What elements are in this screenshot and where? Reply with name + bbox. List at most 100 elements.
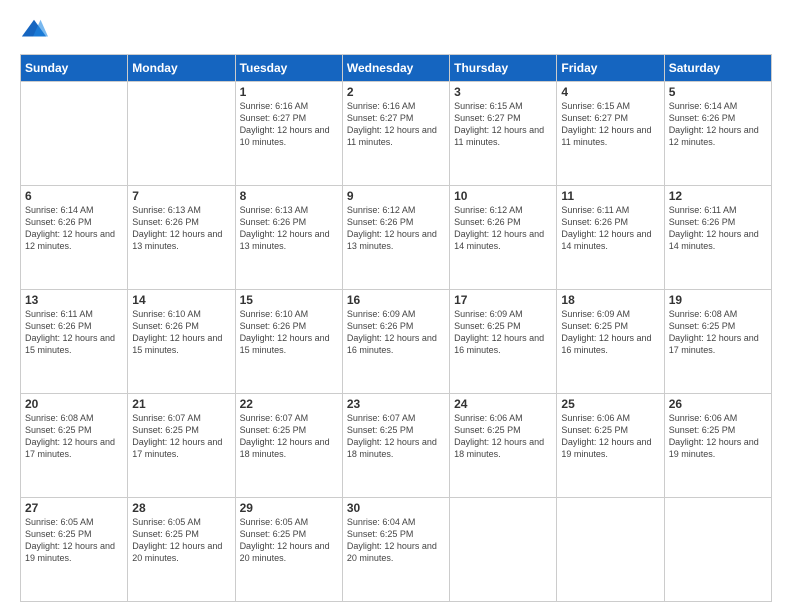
calendar-cell: 13Sunrise: 6:11 AM Sunset: 6:26 PM Dayli… [21, 290, 128, 394]
day-detail: Sunrise: 6:13 AM Sunset: 6:26 PM Dayligh… [240, 204, 338, 253]
logo-icon [20, 16, 48, 44]
calendar-week-row: 1 Sunrise: 6:16 AM Sunset: 6:27 PM Daylig… [21, 82, 772, 186]
day-number: 10 [454, 189, 552, 203]
day-detail: Sunrise: 6:11 AM Sunset: 6:26 PM Dayligh… [561, 204, 659, 253]
calendar-cell [450, 498, 557, 602]
day-number: 16 [347, 293, 445, 307]
day-number: 21 [132, 397, 230, 411]
day-detail: Sunrise: 6:05 AM Sunset: 6:25 PM Dayligh… [25, 516, 123, 565]
calendar-cell: 6Sunrise: 6:14 AM Sunset: 6:26 PM Daylig… [21, 186, 128, 290]
day-detail: Sunrise: 6:12 AM Sunset: 6:26 PM Dayligh… [347, 204, 445, 253]
weekday-header: Friday [557, 55, 664, 82]
day-number: 20 [25, 397, 123, 411]
calendar-cell [21, 82, 128, 186]
weekday-row: SundayMondayTuesdayWednesdayThursdayFrid… [21, 55, 772, 82]
calendar-week-row: 13Sunrise: 6:11 AM Sunset: 6:26 PM Dayli… [21, 290, 772, 394]
day-detail: Sunrise: 6:08 AM Sunset: 6:25 PM Dayligh… [669, 308, 767, 357]
calendar-cell: 18Sunrise: 6:09 AM Sunset: 6:25 PM Dayli… [557, 290, 664, 394]
day-number: 15 [240, 293, 338, 307]
day-detail: Sunrise: 6:06 AM Sunset: 6:25 PM Dayligh… [454, 412, 552, 461]
day-number: 14 [132, 293, 230, 307]
day-detail: Sunrise: 6:13 AM Sunset: 6:26 PM Dayligh… [132, 204, 230, 253]
calendar-table: SundayMondayTuesdayWednesdayThursdayFrid… [20, 54, 772, 602]
day-detail: Sunrise: 6:11 AM Sunset: 6:26 PM Dayligh… [669, 204, 767, 253]
calendar-cell: 28Sunrise: 6:05 AM Sunset: 6:25 PM Dayli… [128, 498, 235, 602]
day-number: 27 [25, 501, 123, 515]
calendar-cell: 14Sunrise: 6:10 AM Sunset: 6:26 PM Dayli… [128, 290, 235, 394]
calendar-cell: 8Sunrise: 6:13 AM Sunset: 6:26 PM Daylig… [235, 186, 342, 290]
day-detail: Sunrise: 6:06 AM Sunset: 6:25 PM Dayligh… [669, 412, 767, 461]
calendar-week-row: 20Sunrise: 6:08 AM Sunset: 6:25 PM Dayli… [21, 394, 772, 498]
calendar-cell: 25Sunrise: 6:06 AM Sunset: 6:25 PM Dayli… [557, 394, 664, 498]
weekday-header: Saturday [664, 55, 771, 82]
calendar-cell: 20Sunrise: 6:08 AM Sunset: 6:25 PM Dayli… [21, 394, 128, 498]
calendar-cell [128, 82, 235, 186]
day-number: 3 [454, 85, 552, 99]
day-detail: Sunrise: 6:06 AM Sunset: 6:25 PM Dayligh… [561, 412, 659, 461]
calendar-cell [664, 498, 771, 602]
day-number: 6 [25, 189, 123, 203]
day-number: 9 [347, 189, 445, 203]
day-detail: Sunrise: 6:11 AM Sunset: 6:26 PM Dayligh… [25, 308, 123, 357]
weekday-header: Sunday [21, 55, 128, 82]
calendar-cell: 3Sunrise: 6:15 AM Sunset: 6:27 PM Daylig… [450, 82, 557, 186]
day-number: 17 [454, 293, 552, 307]
day-number: 5 [669, 85, 767, 99]
day-number: 24 [454, 397, 552, 411]
weekday-header: Monday [128, 55, 235, 82]
day-detail: Sunrise: 6:04 AM Sunset: 6:25 PM Dayligh… [347, 516, 445, 565]
day-detail: Sunrise: 6:16 AM Sunset: 6:27 PM Dayligh… [347, 100, 445, 149]
header [20, 16, 772, 44]
day-detail: Sunrise: 6:07 AM Sunset: 6:25 PM Dayligh… [240, 412, 338, 461]
day-detail: Sunrise: 6:15 AM Sunset: 6:27 PM Dayligh… [561, 100, 659, 149]
calendar-cell: 12Sunrise: 6:11 AM Sunset: 6:26 PM Dayli… [664, 186, 771, 290]
calendar-cell: 11Sunrise: 6:11 AM Sunset: 6:26 PM Dayli… [557, 186, 664, 290]
calendar-cell: 26Sunrise: 6:06 AM Sunset: 6:25 PM Dayli… [664, 394, 771, 498]
day-number: 29 [240, 501, 338, 515]
calendar-cell: 29Sunrise: 6:05 AM Sunset: 6:25 PM Dayli… [235, 498, 342, 602]
weekday-header: Thursday [450, 55, 557, 82]
calendar-body: 1 Sunrise: 6:16 AM Sunset: 6:27 PM Daylig… [21, 82, 772, 602]
day-detail: Sunrise: 6:10 AM Sunset: 6:26 PM Dayligh… [240, 308, 338, 357]
day-number: 7 [132, 189, 230, 203]
calendar-cell: 30Sunrise: 6:04 AM Sunset: 6:25 PM Dayli… [342, 498, 449, 602]
day-number: 22 [240, 397, 338, 411]
day-detail: Sunrise: 6:09 AM Sunset: 6:25 PM Dayligh… [561, 308, 659, 357]
calendar-cell: 4Sunrise: 6:15 AM Sunset: 6:27 PM Daylig… [557, 82, 664, 186]
day-number: 19 [669, 293, 767, 307]
day-detail: Sunrise: 6:14 AM Sunset: 6:26 PM Dayligh… [669, 100, 767, 149]
day-number: 13 [25, 293, 123, 307]
calendar-cell: 15Sunrise: 6:10 AM Sunset: 6:26 PM Dayli… [235, 290, 342, 394]
day-number: 25 [561, 397, 659, 411]
day-detail: Sunrise: 6:09 AM Sunset: 6:25 PM Dayligh… [454, 308, 552, 357]
logo [20, 16, 52, 44]
calendar-cell: 27Sunrise: 6:05 AM Sunset: 6:25 PM Dayli… [21, 498, 128, 602]
day-detail: Sunrise: 6:08 AM Sunset: 6:25 PM Dayligh… [25, 412, 123, 461]
calendar-cell: 9Sunrise: 6:12 AM Sunset: 6:26 PM Daylig… [342, 186, 449, 290]
day-detail: Sunrise: 6:05 AM Sunset: 6:25 PM Dayligh… [132, 516, 230, 565]
day-detail: Sunrise: 6:10 AM Sunset: 6:26 PM Dayligh… [132, 308, 230, 357]
day-number: 12 [669, 189, 767, 203]
calendar-cell: 17Sunrise: 6:09 AM Sunset: 6:25 PM Dayli… [450, 290, 557, 394]
page: SundayMondayTuesdayWednesdayThursdayFrid… [0, 0, 792, 612]
day-number: 1 [240, 85, 338, 99]
day-number: 4 [561, 85, 659, 99]
calendar-cell: 23Sunrise: 6:07 AM Sunset: 6:25 PM Dayli… [342, 394, 449, 498]
calendar-cell: 5Sunrise: 6:14 AM Sunset: 6:26 PM Daylig… [664, 82, 771, 186]
day-number: 23 [347, 397, 445, 411]
day-number: 30 [347, 501, 445, 515]
calendar-cell: 2Sunrise: 6:16 AM Sunset: 6:27 PM Daylig… [342, 82, 449, 186]
calendar-cell: 22Sunrise: 6:07 AM Sunset: 6:25 PM Dayli… [235, 394, 342, 498]
day-detail: Sunrise: 6:07 AM Sunset: 6:25 PM Dayligh… [347, 412, 445, 461]
day-detail: Sunrise: 6:12 AM Sunset: 6:26 PM Dayligh… [454, 204, 552, 253]
day-number: 11 [561, 189, 659, 203]
day-detail: Sunrise: 6:07 AM Sunset: 6:25 PM Dayligh… [132, 412, 230, 461]
calendar-week-row: 6Sunrise: 6:14 AM Sunset: 6:26 PM Daylig… [21, 186, 772, 290]
day-number: 18 [561, 293, 659, 307]
day-detail: Sunrise: 6:15 AM Sunset: 6:27 PM Dayligh… [454, 100, 552, 149]
calendar-cell [557, 498, 664, 602]
day-detail: Sunrise: 6:05 AM Sunset: 6:25 PM Dayligh… [240, 516, 338, 565]
calendar-week-row: 27Sunrise: 6:05 AM Sunset: 6:25 PM Dayli… [21, 498, 772, 602]
day-number: 26 [669, 397, 767, 411]
calendar-header: SundayMondayTuesdayWednesdayThursdayFrid… [21, 55, 772, 82]
